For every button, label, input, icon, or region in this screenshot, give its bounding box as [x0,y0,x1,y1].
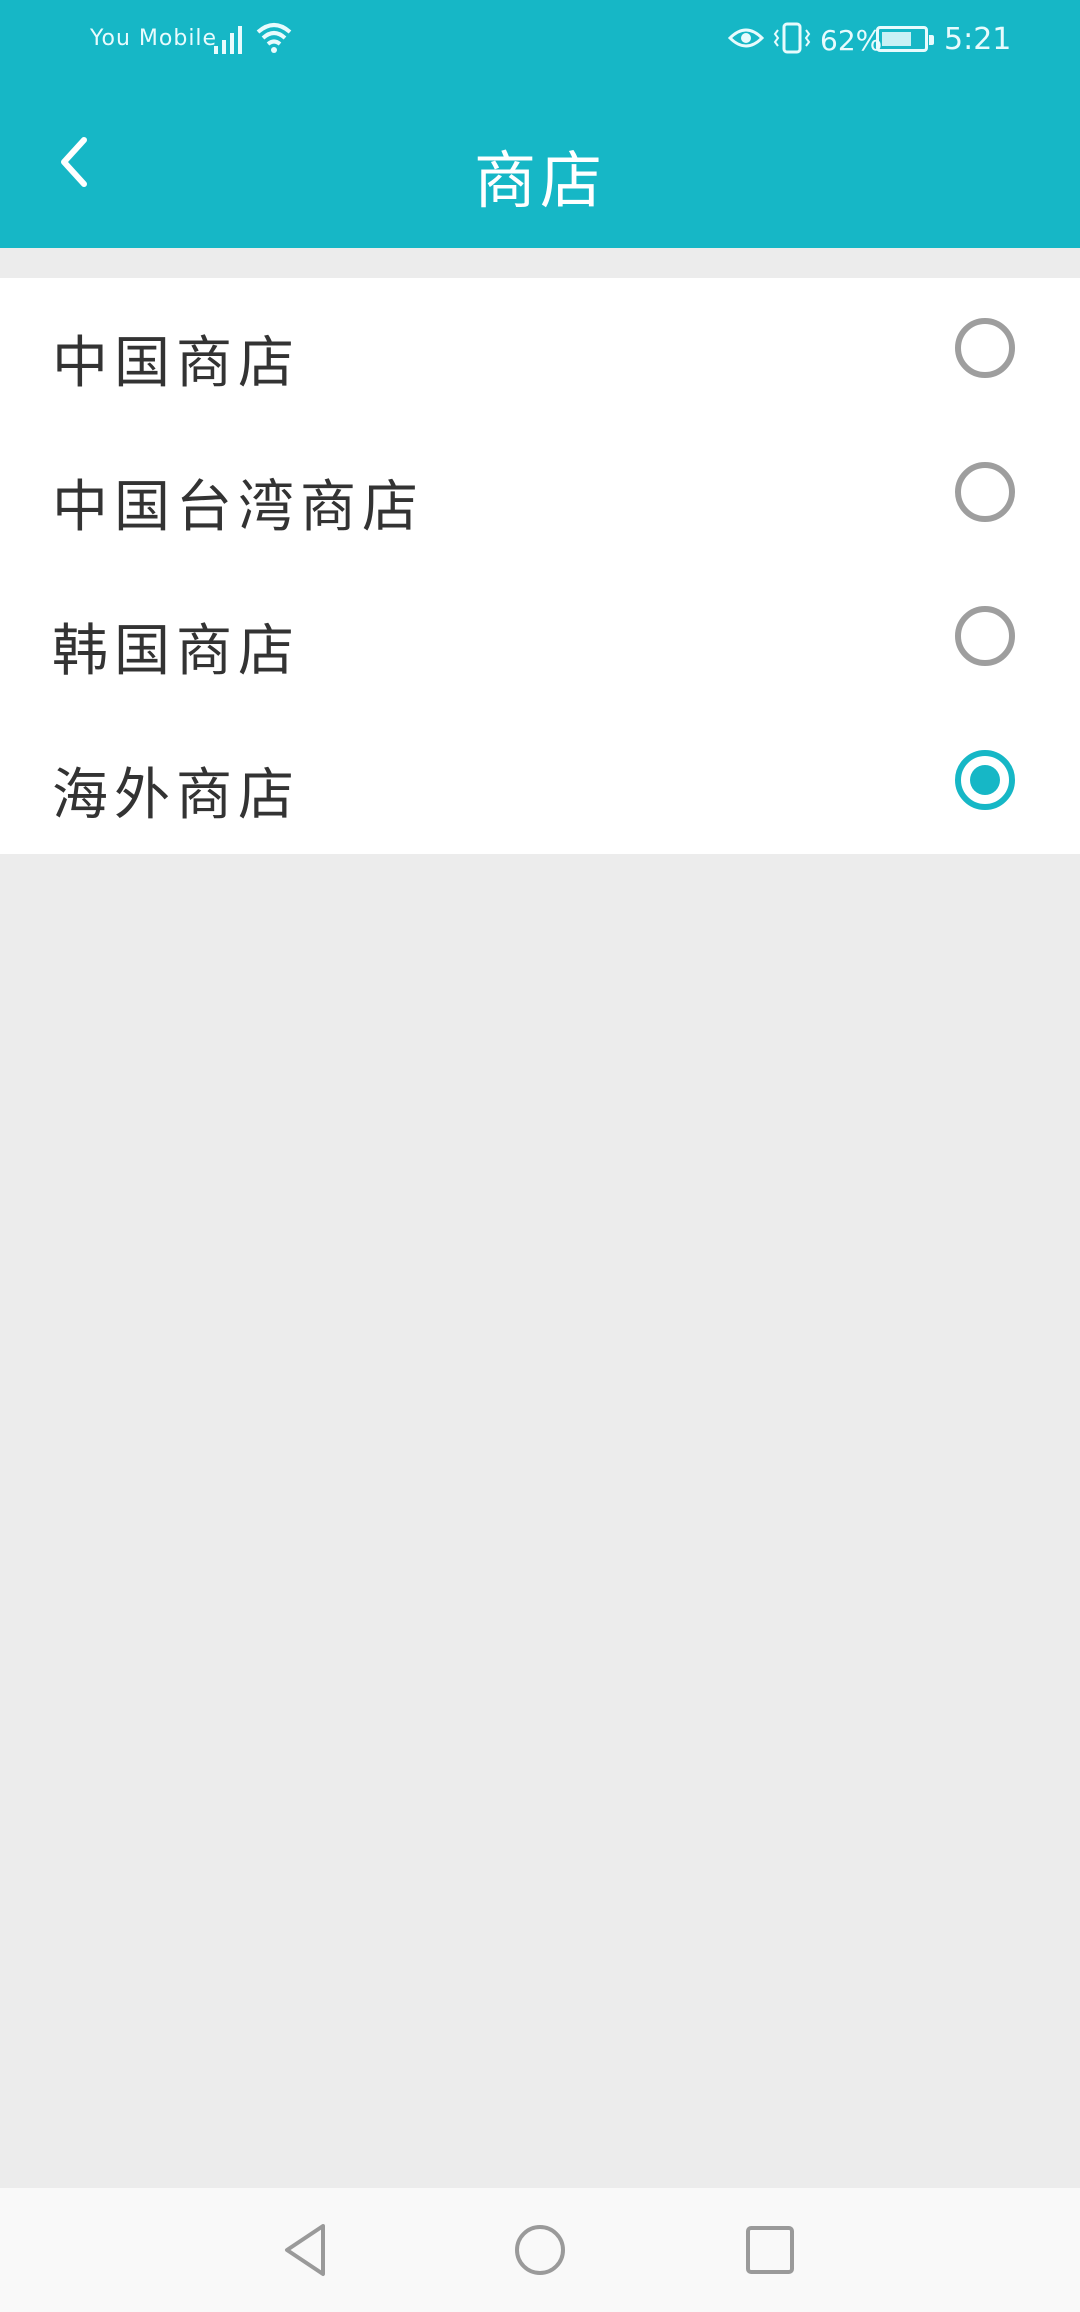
store-item-china-taiwan[interactable]: 中国台湾商店 [0,422,1080,566]
vibrate-icon [772,20,812,60]
radio-button[interactable] [955,318,1015,378]
radio-button[interactable] [955,606,1015,666]
home-circle-icon[interactable] [508,2218,572,2282]
carrier-name: You Mobile [90,26,218,51]
radio-button[interactable] [955,462,1015,522]
store-label: 韩国商店 [52,619,300,684]
app-bar: 商店 [0,80,1080,248]
battery-percent: 62% [820,24,883,57]
radio-button-selected[interactable] [955,750,1015,810]
store-label: 中国台湾商店 [52,475,424,540]
signal-icon [212,20,248,60]
store-list: 中国商店 中国台湾商店 韩国商店 海外商店 [0,278,1080,854]
battery-icon [876,26,934,52]
eye-icon [727,24,765,56]
clock: 5:21 [944,22,1012,57]
store-label: 海外商店 [52,763,300,828]
page-title: 商店 [473,144,606,217]
store-item-overseas[interactable]: 海外商店 [0,710,1080,854]
status-bar: You Mobile 62% 5:21 [0,0,1080,80]
back-triangle-icon[interactable] [275,2218,339,2282]
wifi-icon [254,20,294,60]
store-item-china[interactable]: 中国商店 [0,278,1080,422]
store-label: 中国商店 [52,331,300,396]
recent-square-icon[interactable] [738,2218,802,2282]
store-item-korea[interactable]: 韩国商店 [0,566,1080,710]
radio-dot [970,765,1000,795]
system-nav-bar [0,2188,1080,2312]
